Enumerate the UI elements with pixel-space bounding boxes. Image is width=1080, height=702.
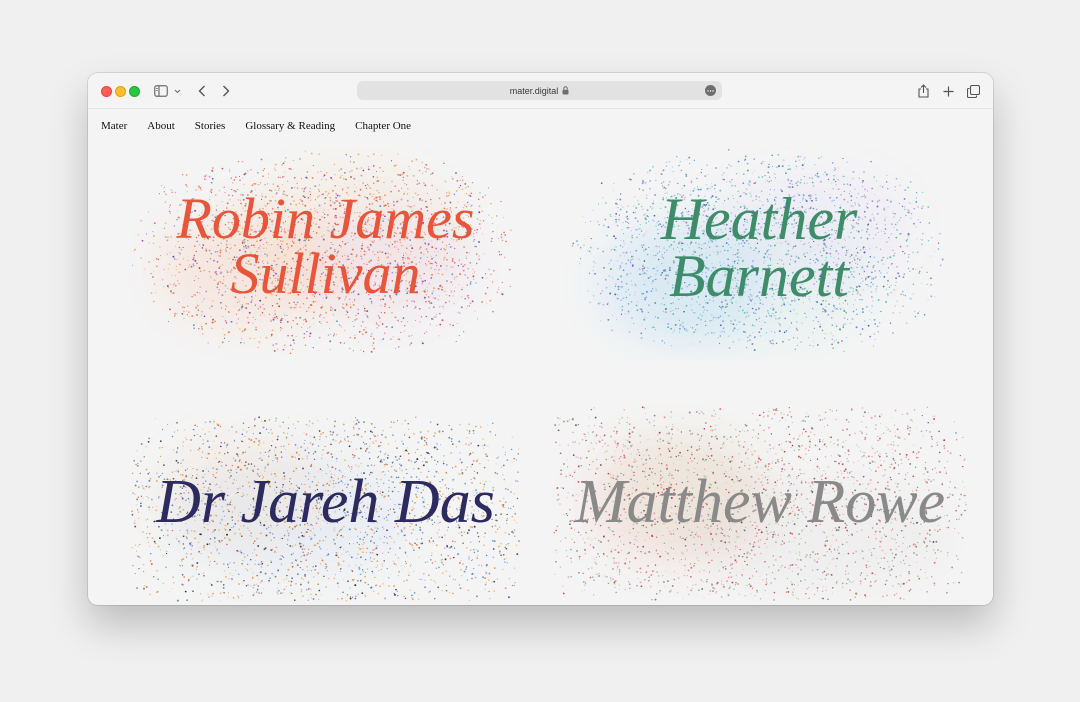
site-nav: Mater About Stories Glossary & Reading C… [101,120,411,132]
nav-item-about[interactable]: About [147,120,175,132]
plus-icon[interactable] [939,82,957,100]
story-card-robin-james-sullivan[interactable]: Robin James Sullivan [128,145,523,360]
title-line-2: Barnett [669,243,849,309]
title-line-1: Matthew Rowe [574,468,946,536]
story-card-heather-barnett[interactable]: Heather Barnett [566,145,952,360]
browser-window: mater.digital Mater About Stories Glossa… [88,73,993,605]
title-line-2: Sullivan [230,241,421,307]
title-line-1: Dr Jareh Das [156,468,495,536]
nav-item-stories[interactable]: Stories [195,120,226,132]
tabs-icon[interactable] [964,82,982,100]
share-icon[interactable] [914,82,932,100]
chevron-right-icon[interactable] [217,82,235,100]
story-card-title: Robin James Sullivan [128,186,523,307]
nav-item-glossary[interactable]: Glossary & Reading [245,120,335,132]
lock-icon [562,86,569,95]
more-icon[interactable] [705,85,716,96]
nav-item-mater[interactable]: Mater [101,120,127,132]
address-bar[interactable]: mater.digital [357,81,722,100]
minimize-window-button[interactable] [115,86,126,97]
story-card-title: Matthew Rowe [550,468,970,536]
sidebar-icon[interactable] [152,82,170,100]
story-card-dr-jareh-das[interactable]: Dr Jareh Das [128,413,523,605]
title-line-1: Heather [660,186,858,252]
url-text: mater.digital [509,85,559,96]
zoom-window-button[interactable] [129,86,140,97]
story-card-matthew-rowe[interactable]: Matthew Rowe [550,403,970,605]
nav-item-chapter-one[interactable]: Chapter One [355,120,411,132]
title-line-1: Robin James [176,186,475,251]
chevron-down-icon[interactable] [171,82,183,100]
chevron-left-icon[interactable] [193,82,211,100]
close-window-button[interactable] [101,86,112,97]
story-card-title: Heather Barnett [566,186,952,309]
story-card-title: Dr Jareh Das [128,468,523,536]
browser-toolbar: mater.digital [88,73,993,109]
